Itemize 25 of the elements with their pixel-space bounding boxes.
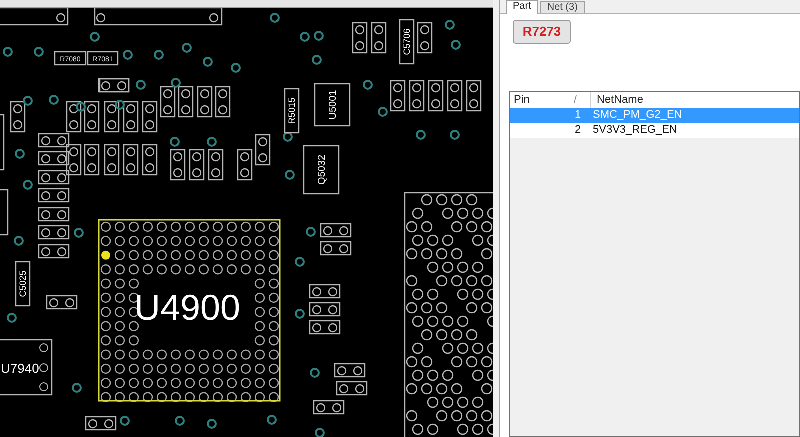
component-footprint[interactable] (87, 51, 119, 66)
sort-indicator[interactable]: / (574, 92, 590, 108)
table-row[interactable]: 2 5V3V3_REG_EN (510, 123, 799, 138)
component-footprint[interactable] (54, 51, 87, 66)
tab[interactable]: Net (3) (540, 1, 585, 13)
component-label: U5001 (328, 90, 339, 120)
column-header[interactable]: Pin (510, 92, 574, 108)
component-footprint[interactable] (314, 83, 351, 127)
component-footprint[interactable] (284, 88, 300, 134)
component-footprint[interactable] (399, 19, 415, 65)
pin-cell-text: 2 (574, 123, 582, 138)
part-button[interactable]: R7273 (513, 20, 571, 44)
component-label: R5015 (287, 98, 297, 124)
component-label: U4900 (134, 287, 241, 328)
component-label: C5025 (18, 270, 28, 298)
component-footprint[interactable] (303, 145, 340, 195)
tab[interactable]: Part (506, 0, 538, 14)
net-name-cell-text: 5V3V3_REG_EN (592, 123, 678, 138)
component-label: U7940 (1, 361, 40, 376)
component-footprint[interactable] (0, 339, 53, 396)
component-footprint[interactable] (15, 261, 31, 307)
component-label: C5706 (402, 28, 412, 56)
component-label: Q5032 (316, 154, 328, 186)
net-name-cell-text: SMC_PM_G2_EN (592, 108, 682, 124)
pin-cell-text: 1 (574, 108, 582, 124)
